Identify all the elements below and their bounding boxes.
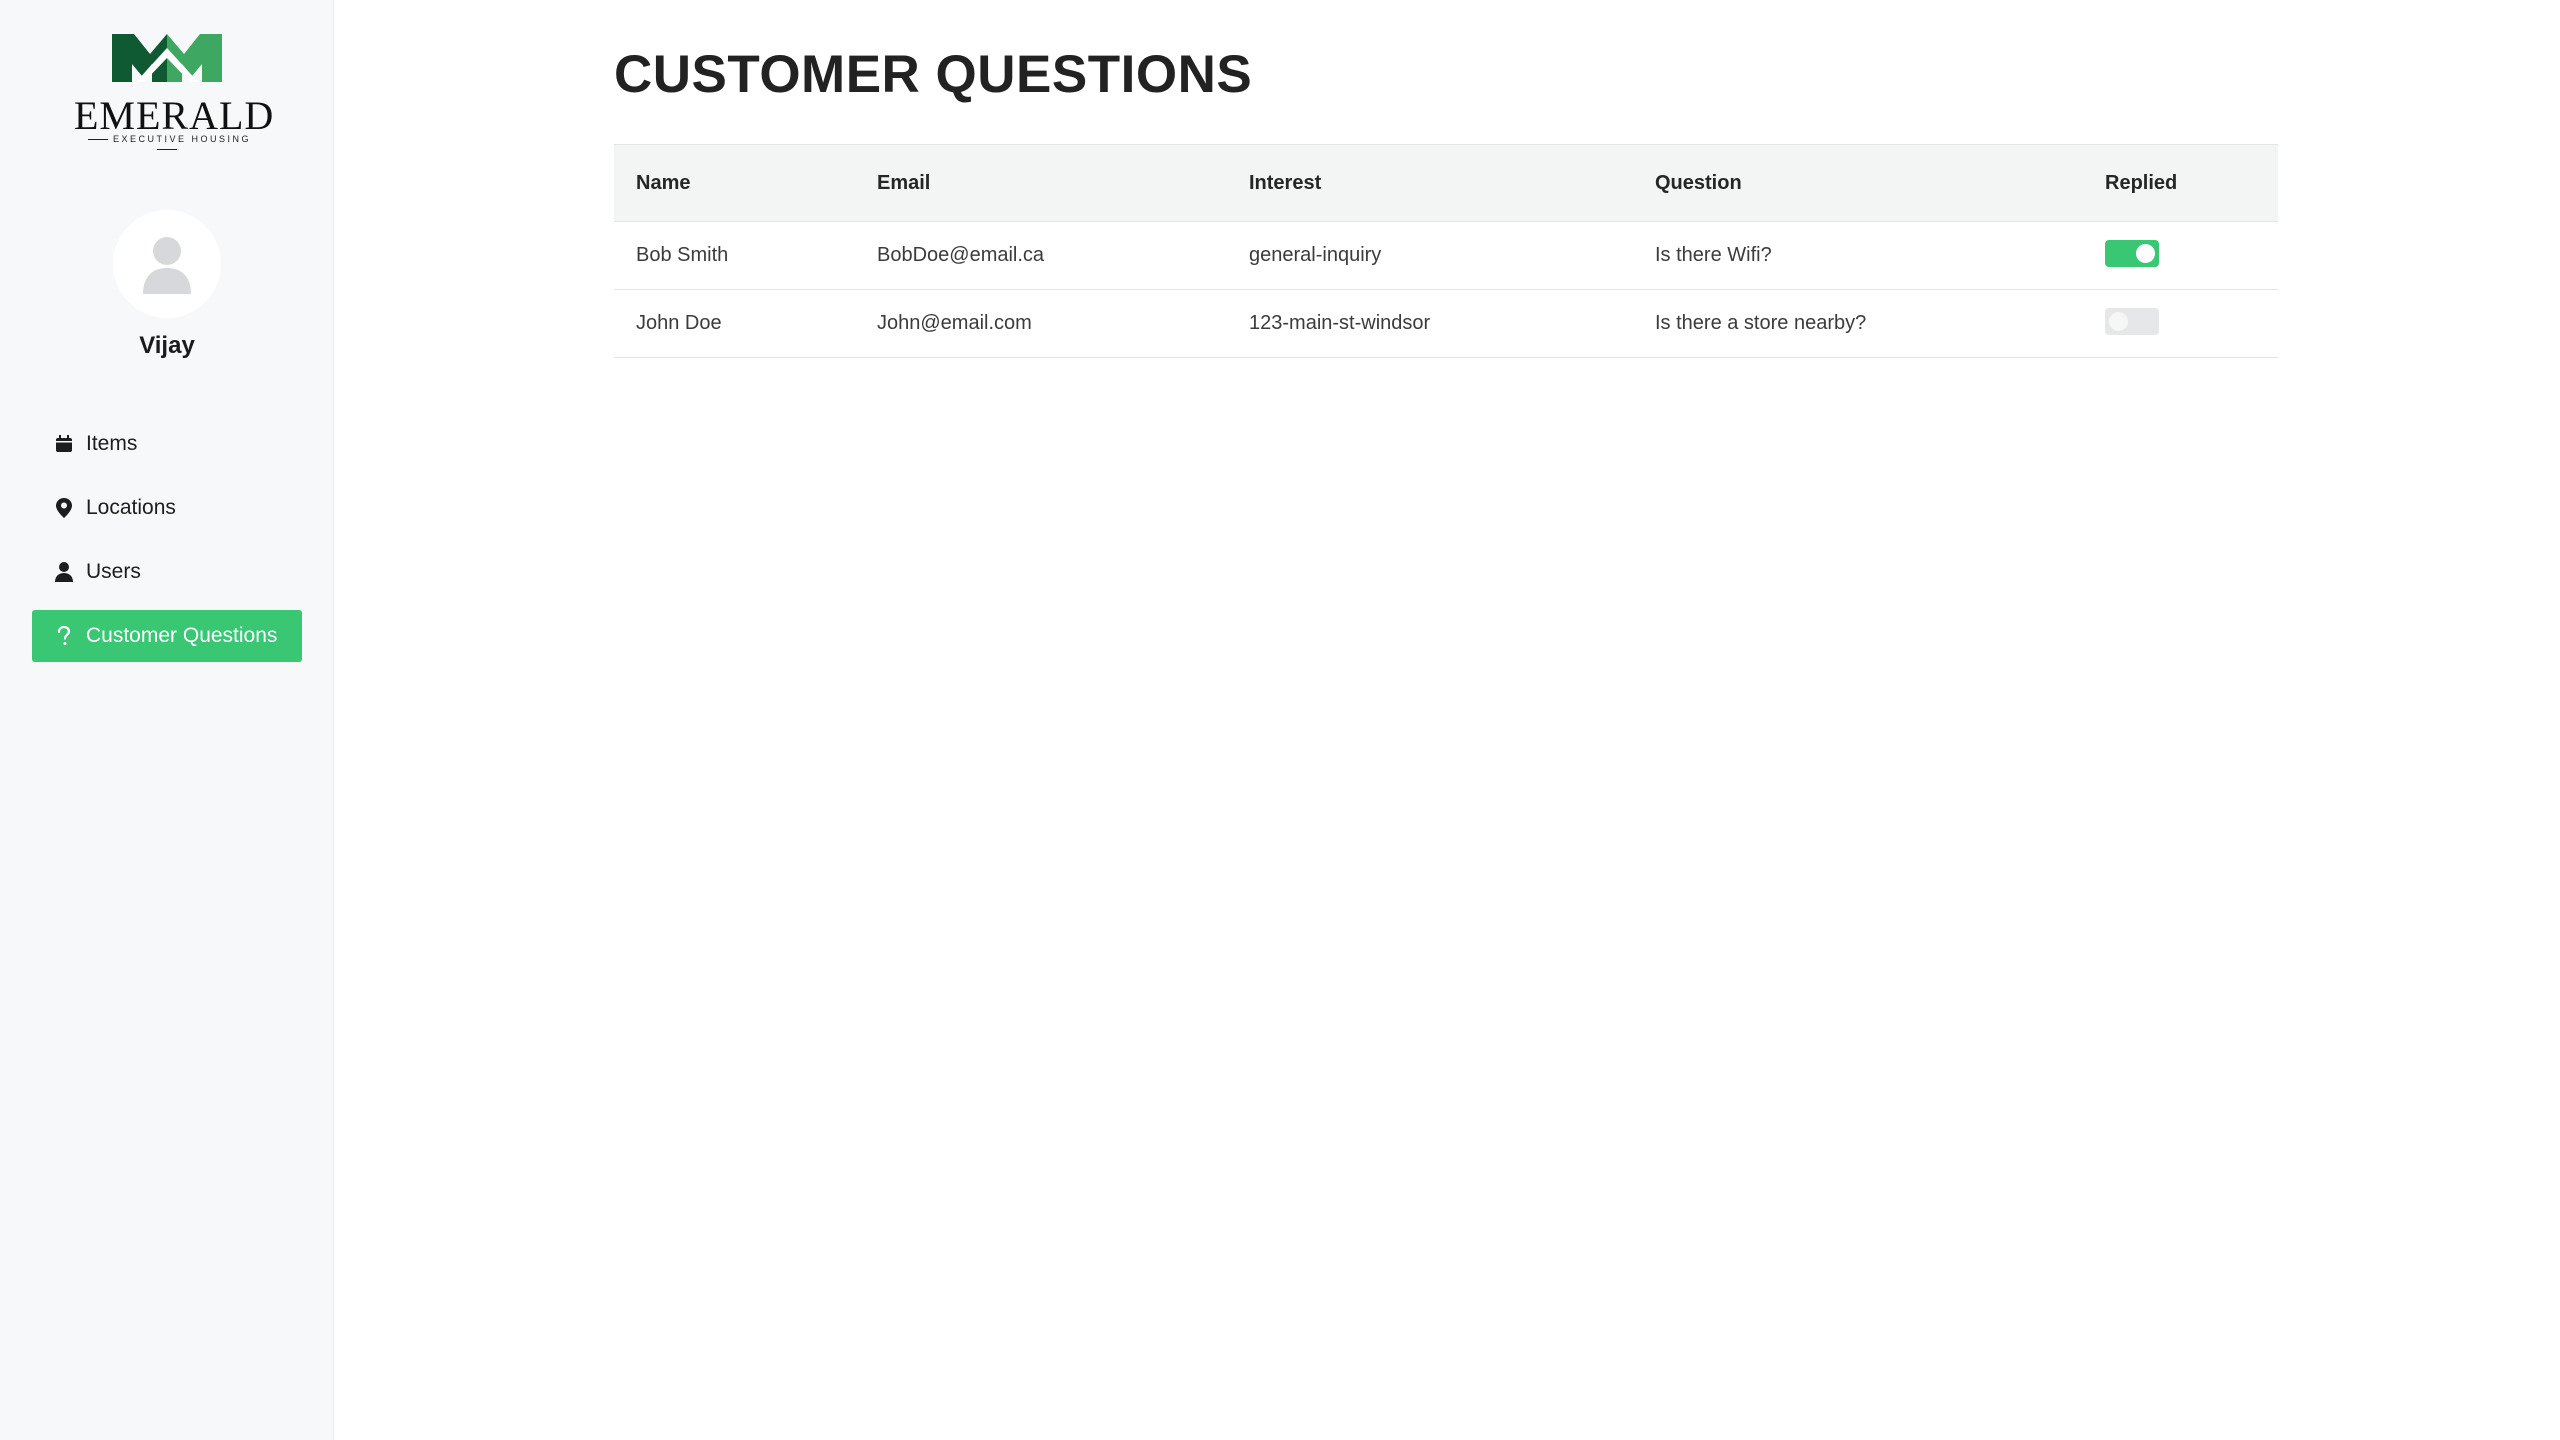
table-row: Bob Smith BobDoe@email.ca general-inquir… bbox=[614, 222, 2278, 290]
sidebar-item-label: Locations bbox=[86, 496, 176, 519]
table-header: Name Email Interest Question Replied bbox=[614, 144, 2278, 222]
toggle-knob bbox=[2136, 244, 2155, 263]
cell-replied bbox=[2105, 222, 2159, 289]
cell-interest: 123-main-st-windsor bbox=[1249, 312, 1431, 334]
sidebar-item-items[interactable]: Items bbox=[32, 418, 302, 470]
questions-table: Name Email Interest Question Replied Bob… bbox=[614, 144, 2278, 358]
cell-question: Is there a store nearby? bbox=[1655, 312, 1867, 334]
column-header-question[interactable]: Question bbox=[1655, 145, 1742, 221]
calendar-icon bbox=[54, 434, 74, 454]
brand-logo[interactable]: EMERALD EXECUTIVE HOUSING bbox=[74, 30, 275, 150]
cell-interest: general-inquiry bbox=[1249, 244, 1382, 266]
replied-toggle[interactable] bbox=[2105, 240, 2159, 267]
question-icon bbox=[54, 626, 74, 646]
brand-name: EMERALD bbox=[74, 93, 275, 138]
avatar[interactable] bbox=[113, 210, 221, 318]
cell-name: John Doe bbox=[636, 312, 722, 334]
sidebar-item-label: Items bbox=[86, 432, 138, 455]
cell-question: Is there Wifi? bbox=[1655, 244, 1772, 266]
sidebar-item-label: Users bbox=[86, 560, 141, 583]
user-silhouette-icon bbox=[143, 237, 191, 294]
brand-tagline: EXECUTIVE HOUSING bbox=[74, 134, 260, 154]
cell-name: Bob Smith bbox=[636, 244, 729, 266]
sidebar-item-users[interactable]: Users bbox=[32, 546, 302, 598]
toggle-knob bbox=[2109, 312, 2128, 331]
sidebar-item-label: Customer Questions bbox=[86, 624, 278, 647]
user-name: Vijay bbox=[139, 332, 195, 359]
table-row: John Doe John@email.com 123-main-st-wind… bbox=[614, 290, 2278, 358]
sidebar: EMERALD EXECUTIVE HOUSING Vijay Items Lo… bbox=[0, 0, 334, 1440]
column-header-replied[interactable]: Replied bbox=[2105, 145, 2177, 221]
cell-email: BobDoe@email.ca bbox=[877, 244, 1045, 266]
replied-toggle[interactable] bbox=[2105, 308, 2159, 335]
sidebar-item-locations[interactable]: Locations bbox=[32, 482, 302, 534]
cell-email: John@email.com bbox=[877, 312, 1032, 334]
column-header-name[interactable]: Name bbox=[636, 145, 690, 221]
page-title: CUSTOMER QUESTIONS bbox=[614, 45, 1253, 104]
cell-replied bbox=[2105, 290, 2159, 357]
column-header-interest[interactable]: Interest bbox=[1249, 145, 1321, 221]
map-pin-icon bbox=[54, 498, 74, 518]
column-header-email[interactable]: Email bbox=[877, 145, 930, 221]
user-icon bbox=[54, 562, 74, 582]
sidebar-item-customer-questions[interactable]: Customer Questions bbox=[32, 610, 302, 662]
house-roof-logo-icon bbox=[112, 34, 222, 82]
